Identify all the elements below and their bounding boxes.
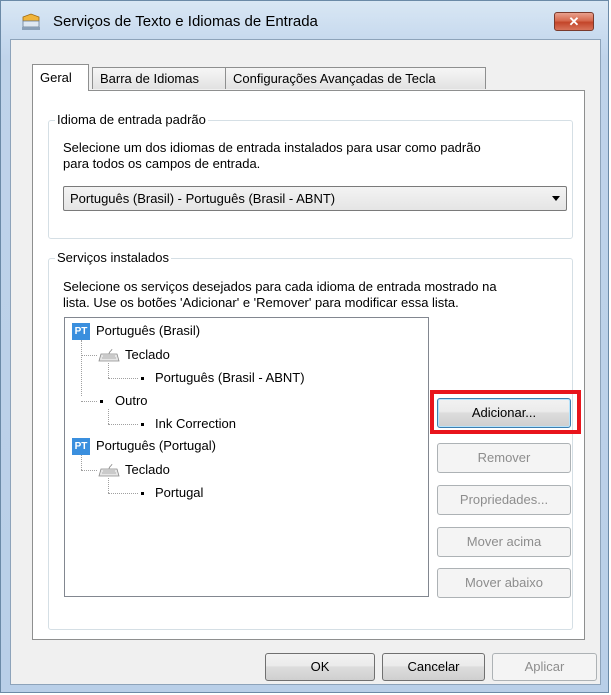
tree-node-ink-correction[interactable]: Ink Correction — [155, 416, 236, 431]
tree-connector — [108, 424, 138, 425]
tree-connector — [108, 363, 109, 378]
language-badge-pt-pt: PT — [72, 438, 90, 455]
installed-services-legend: Serviços instalados — [55, 250, 171, 265]
tree-connector — [81, 355, 97, 356]
tree-connector — [108, 478, 109, 493]
tree-connector — [81, 340, 82, 396]
window-title: Serviços de Texto e Idiomas de Entrada — [53, 13, 318, 30]
tree-connector — [108, 493, 138, 494]
tree-node-teclado-portugal[interactable]: Teclado — [125, 462, 170, 477]
title-bar[interactable]: Serviços de Texto e Idiomas de Entrada ✕ — [1, 1, 608, 39]
list-bullet — [100, 400, 103, 403]
default-language-group: Idioma de entrada padrão — [48, 112, 573, 239]
tree-node-outro[interactable]: Outro — [115, 393, 148, 408]
apply-button[interactable]: Aplicar — [492, 653, 597, 681]
chevron-down-icon — [552, 196, 560, 201]
tree-node-teclado-brasil[interactable]: Teclado — [125, 347, 170, 362]
highlight-box — [430, 390, 581, 434]
installed-services-tree[interactable]: PT Português (Brasil) Teclado Português … — [64, 317, 429, 597]
language-badge-pt-br: PT — [72, 323, 90, 340]
default-language-description: Selecione um dos idiomas de entrada inst… — [63, 140, 481, 171]
remove-button[interactable]: Remover — [437, 443, 571, 473]
move-up-button[interactable]: Mover acima — [437, 527, 571, 557]
keyboard-icon — [98, 463, 120, 477]
default-language-legend: Idioma de entrada padrão — [55, 112, 208, 127]
tab-geral[interactable]: Geral — [32, 64, 89, 91]
cancel-button[interactable]: Cancelar — [382, 653, 485, 681]
default-language-dropdown[interactable]: Português (Brasil) - Português (Brasil -… — [63, 186, 567, 211]
tree-connector — [81, 470, 97, 471]
keyboard-icon — [98, 348, 120, 362]
list-bullet — [141, 492, 144, 495]
close-icon: ✕ — [568, 14, 580, 29]
move-down-button[interactable]: Mover abaixo — [437, 568, 571, 598]
tree-connector — [108, 409, 109, 424]
tree-node-portugues-portugal[interactable]: Português (Portugal) — [96, 438, 216, 453]
tree-connector — [108, 378, 138, 379]
close-button[interactable]: ✕ — [554, 12, 594, 31]
default-language-value: Português (Brasil) - Português (Brasil -… — [70, 191, 336, 206]
installed-services-description: Selecione os serviços desejados para cad… — [63, 279, 497, 310]
tree-node-portugues-brasil[interactable]: Português (Brasil) — [96, 323, 200, 338]
tab-configuracoes-avancadas[interactable]: Configurações Avançadas de Tecla — [225, 67, 486, 89]
tree-node-layout-portugal[interactable]: Portugal — [155, 485, 203, 500]
tree-connector — [81, 401, 97, 402]
tab-barra-de-idiomas[interactable]: Barra de Idiomas — [92, 67, 227, 89]
tree-node-layout-abnt[interactable]: Português (Brasil - ABNT) — [155, 370, 305, 385]
dialog-window: Serviços de Texto e Idiomas de Entrada ✕… — [0, 0, 609, 693]
language-services-icon — [22, 13, 40, 30]
properties-button[interactable]: Propriedades... — [437, 485, 571, 515]
list-bullet — [141, 423, 144, 426]
ok-button[interactable]: OK — [265, 653, 375, 681]
tree-connector — [81, 455, 82, 470]
list-bullet — [141, 377, 144, 380]
